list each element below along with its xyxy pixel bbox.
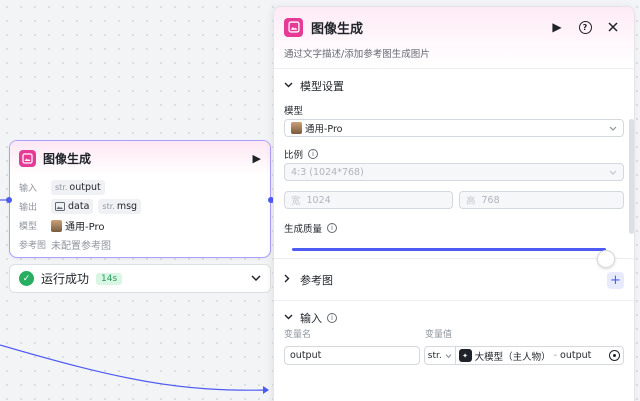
chevron-down-icon	[609, 124, 617, 133]
image-icon	[55, 202, 65, 211]
slider-thumb[interactable]	[597, 250, 615, 268]
model-select[interactable]: 通用-Pro	[284, 119, 624, 137]
ref-separator: -	[553, 350, 558, 361]
llm-node-icon: ✦	[458, 349, 472, 362]
run-node-play-icon[interactable]: ▶	[253, 152, 261, 165]
workflow-canvas[interactable]: 图像生成 ▶ 输入 str. output 输出 data str. msg 模…	[0, 0, 640, 401]
node-ref-row: 参考图 未配置参考图	[19, 235, 261, 254]
quality-field-label: 生成质量 i	[284, 221, 624, 235]
chevron-down-icon[interactable]	[251, 274, 261, 284]
node-header: 图像生成 ▶	[10, 141, 270, 175]
chevron-down-icon	[284, 81, 296, 91]
help-icon[interactable]: ?	[574, 17, 596, 37]
col-var-value: 变量值	[425, 330, 453, 340]
node-input-row: 输入 str. output	[19, 178, 261, 197]
model-settings-header[interactable]: 模型设置	[284, 69, 624, 103]
section-title: 参考图	[300, 274, 333, 287]
info-icon[interactable]: i	[327, 222, 338, 233]
ratio-select[interactable]: 4:3 (1024*768)	[284, 163, 624, 181]
run-time-badge: 14s	[96, 272, 123, 285]
image-app-icon	[284, 17, 303, 37]
var-type-select[interactable]: str.	[423, 346, 456, 365]
target-icon[interactable]	[609, 350, 620, 361]
section-title: 模型设置	[300, 80, 344, 93]
var-reference-field[interactable]: ✦ 大模型（主人物） - output	[455, 346, 624, 365]
reference-section: 参考图 +	[274, 259, 634, 301]
section-title: 输入	[300, 312, 322, 325]
model-settings-section: 模型设置 模型 通用-Pro 比例 i 4:3 (1024*768) 宽 102…	[274, 69, 634, 268]
image-app-icon	[19, 149, 36, 167]
panel-header: 图像生成 ▶ ? 通过文字描述/添加参考图生成图片	[274, 7, 634, 69]
node-output-row: 输出 data str. msg	[19, 197, 261, 216]
success-check-icon: ✓	[19, 271, 34, 286]
output-label: 输出	[19, 203, 38, 213]
output-data-tag: data	[51, 199, 94, 214]
ref-label: 参考图	[19, 241, 47, 251]
chevron-down-icon	[284, 313, 296, 323]
panel-description: 通过文字描述/添加参考图生成图片	[284, 49, 430, 60]
run-play-icon[interactable]: ▶	[546, 17, 568, 37]
model-label: 模型	[19, 222, 38, 232]
input-var-tag: str. output	[51, 180, 105, 195]
chevron-down-icon	[609, 168, 617, 177]
status-text: 运行成功	[41, 272, 90, 286]
node-title: 图像生成	[43, 151, 92, 166]
slider-track	[292, 248, 615, 268]
input-label: 输入	[19, 184, 38, 194]
model-field-label: 模型	[284, 105, 304, 117]
info-icon[interactable]: i	[327, 313, 337, 323]
ref-value: 未配置参考图	[51, 241, 111, 252]
model-avatar	[51, 219, 62, 232]
add-reference-button[interactable]: +	[607, 271, 624, 289]
node-input-port[interactable]	[6, 197, 12, 203]
model-avatar	[291, 122, 302, 134]
output-msg-tag: str. msg	[98, 199, 142, 214]
quality-slider[interactable]	[284, 238, 624, 268]
edge-arrow	[263, 386, 269, 394]
connection-edge	[0, 344, 269, 391]
panel-title: 图像生成	[311, 21, 364, 37]
reference-header[interactable]: 参考图 +	[284, 259, 624, 301]
node-settings-panel: 图像生成 ▶ ? 通过文字描述/添加参考图生成图片 模型设置 模型 通用-Pro…	[273, 6, 635, 401]
ref-source: 大模型（主人物）	[474, 351, 551, 363]
ratio-field-label: 比例 i	[284, 147, 624, 161]
chevron-down-icon	[445, 352, 452, 360]
width-field[interactable]: 宽 1024	[284, 191, 453, 209]
run-status-bar[interactable]: ✓ 运行成功 14s	[9, 264, 271, 293]
col-var-name: 变量名	[284, 330, 312, 340]
panel-scrollbar[interactable]	[629, 119, 634, 234]
height-field[interactable]: 高 768	[458, 191, 624, 209]
node-model-row: 模型 通用-Pro	[19, 216, 261, 235]
chevron-right-icon	[284, 274, 296, 286]
input-section: 输入 i 变量名 变量值 output str. ✦ 大模型（主人物） - ou…	[274, 301, 634, 365]
ref-field: output	[560, 350, 592, 361]
image-generation-node[interactable]: 图像生成 ▶ 输入 str. output 输出 data str. msg 模…	[9, 140, 271, 258]
slider-fill	[292, 248, 606, 251]
model-value: 通用-Pro	[65, 222, 105, 233]
info-icon[interactable]: i	[308, 148, 319, 159]
var-name-input[interactable]: output	[284, 346, 420, 365]
close-icon[interactable]	[602, 17, 624, 37]
input-var-row: output str. ✦ 大模型（主人物） - output	[284, 346, 624, 365]
